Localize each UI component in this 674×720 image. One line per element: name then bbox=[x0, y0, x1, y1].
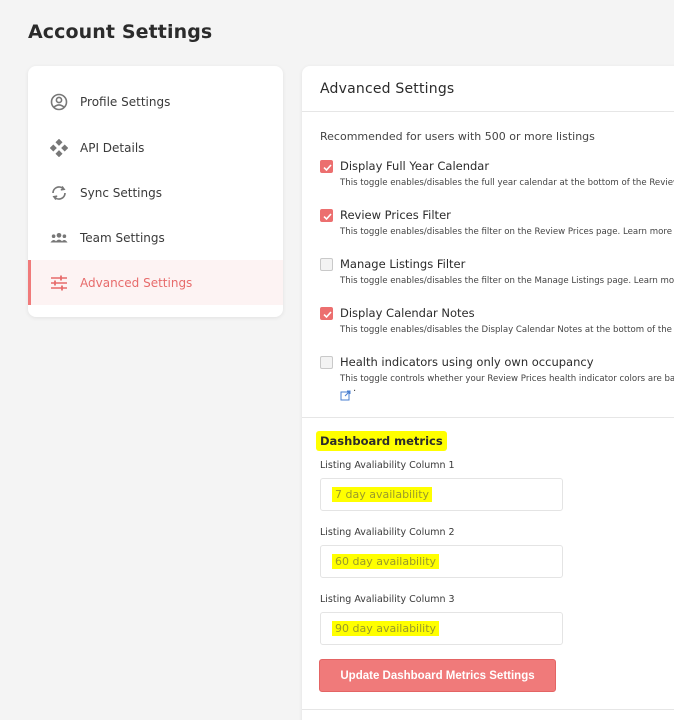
field-value: 90 day availability bbox=[332, 621, 440, 636]
section-divider bbox=[302, 709, 674, 710]
sidebar-item-advanced-settings[interactable]: Advanced Settings bbox=[28, 260, 283, 305]
option-label: Display Full Year Calendar bbox=[340, 159, 490, 173]
option-description: This toggle enables/disables the Display… bbox=[340, 325, 674, 335]
panel-header: Advanced Settings bbox=[302, 66, 674, 112]
sidebar-item-label: API Details bbox=[80, 140, 145, 155]
sidebar-item-api-details[interactable]: API Details bbox=[28, 125, 283, 170]
checkbox-display-calendar-notes[interactable] bbox=[320, 307, 333, 320]
sidebar-item-profile-settings[interactable]: Profile Settings bbox=[28, 79, 283, 124]
sidebar-item-team-settings[interactable]: Team Settings bbox=[28, 215, 283, 260]
team-icon bbox=[50, 229, 68, 247]
option-description: This toggle enables/disables the filter … bbox=[340, 227, 672, 237]
option-description: This toggle enables/disables the full ye… bbox=[340, 178, 674, 188]
panel-title: Advanced Settings bbox=[320, 80, 455, 97]
dashboard-metrics-title: Dashboard metrics bbox=[316, 431, 447, 451]
option-description: This toggle enables/disables the filter … bbox=[340, 276, 674, 286]
field-label-column-3: Listing Avaliability Column 3 bbox=[320, 594, 455, 605]
availability-column-1-select[interactable]: 7 day availability bbox=[320, 478, 563, 511]
option-label: Display Calendar Notes bbox=[340, 306, 475, 320]
page-title: Account Settings bbox=[28, 21, 213, 43]
external-link-icon[interactable] bbox=[340, 386, 351, 405]
option-label: Manage Listings Filter bbox=[340, 257, 466, 271]
sidebar-item-label: Team Settings bbox=[80, 230, 165, 245]
sidebar-item-sync-settings[interactable]: Sync Settings bbox=[28, 170, 283, 215]
update-dashboard-metrics-button[interactable]: Update Dashboard Metrics Settings bbox=[319, 659, 556, 692]
api-icon bbox=[50, 138, 68, 157]
checkbox-health-indicators[interactable] bbox=[320, 356, 333, 369]
field-label-column-1: Listing Avaliability Column 1 bbox=[320, 460, 455, 471]
checkbox-display-full-year-calendar[interactable] bbox=[320, 160, 333, 173]
option-label: Health indicators using only own occupan… bbox=[340, 355, 594, 369]
field-value: 7 day availability bbox=[332, 487, 433, 502]
checkbox-review-prices-filter[interactable] bbox=[320, 209, 333, 222]
option-label: Review Prices Filter bbox=[340, 208, 451, 222]
availability-column-2-select[interactable]: 60 day availability bbox=[320, 545, 563, 578]
trailing-period: . bbox=[353, 383, 357, 394]
section-divider bbox=[302, 417, 674, 418]
user-circle-icon bbox=[50, 93, 68, 111]
advanced-settings-panel: Advanced Settings Recommended for users … bbox=[302, 66, 674, 720]
sliders-icon bbox=[50, 274, 68, 292]
field-value: 60 day availability bbox=[332, 554, 440, 569]
sync-icon bbox=[50, 184, 68, 202]
option-description: This toggle controls whether your Review… bbox=[340, 374, 674, 384]
sidebar-item-label: Advanced Settings bbox=[80, 275, 193, 290]
intro-text: Recommended for users with 500 or more l… bbox=[320, 130, 595, 143]
checkbox-manage-listings-filter[interactable] bbox=[320, 258, 333, 271]
availability-column-3-select[interactable]: 90 day availability bbox=[320, 612, 563, 645]
sidebar-item-label: Sync Settings bbox=[80, 185, 162, 200]
settings-sidebar: Profile Settings API Details Sync Settin… bbox=[28, 66, 283, 317]
sidebar-item-label: Profile Settings bbox=[80, 94, 171, 109]
field-label-column-2: Listing Avaliability Column 2 bbox=[320, 527, 455, 538]
